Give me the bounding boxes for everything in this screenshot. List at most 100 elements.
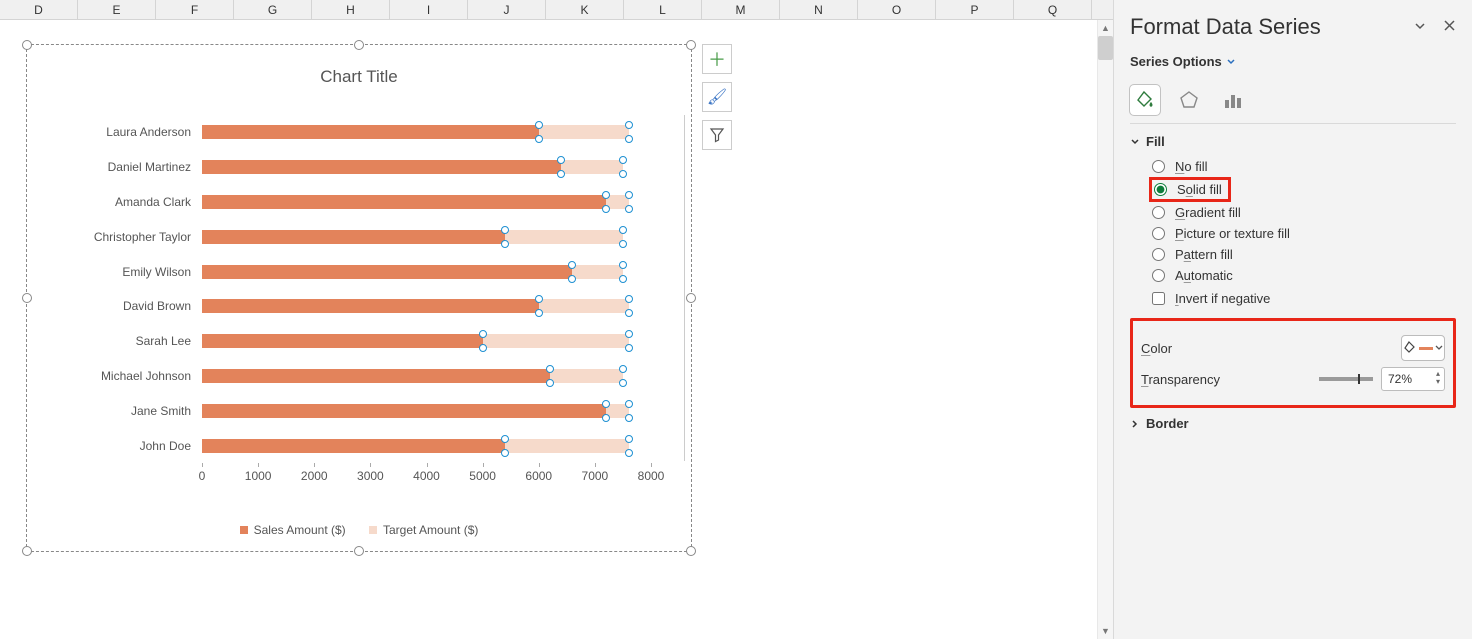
legend-item[interactable]: Sales Amount ($) [240,523,346,537]
bar-row[interactable] [202,195,651,209]
chart-title[interactable]: Chart Title [27,45,691,87]
selection-handle[interactable] [479,330,487,338]
selection-handle[interactable] [619,156,627,164]
selection-handle[interactable] [557,156,565,164]
column-header[interactable]: I [390,0,468,19]
column-header[interactable]: G [234,0,312,19]
selection-handle[interactable] [625,344,633,352]
bar-series-sales[interactable] [202,334,483,348]
selection-handle[interactable] [535,309,543,317]
bar-series-sales[interactable] [202,125,539,139]
selection-handle[interactable] [625,309,633,317]
bar-series-sales[interactable] [202,439,505,453]
chart-styles-button[interactable]: 🖌 [702,82,732,112]
bar-series-sales[interactable] [202,265,572,279]
selection-handle[interactable] [619,170,627,178]
bar-row[interactable] [202,230,651,244]
bar-row[interactable] [202,439,651,453]
radio-picture-fill[interactable]: Picture or texture fill [1152,226,1456,241]
radio-pattern-fill[interactable]: Pattern fill [1152,247,1456,262]
selection-handle[interactable] [625,449,633,457]
column-header[interactable]: K [546,0,624,19]
bar-row[interactable] [202,404,651,418]
selection-handle[interactable] [625,205,633,213]
bar-series-sales[interactable] [202,160,561,174]
resize-handle[interactable] [22,546,32,556]
fill-line-tab[interactable] [1130,85,1160,115]
border-section-toggle[interactable]: Border [1130,416,1456,431]
radio-no-fill[interactable]: No fill [1152,159,1456,174]
transparency-input[interactable]: 72%▴▾ [1381,367,1445,391]
selection-handle[interactable] [619,226,627,234]
column-header[interactable]: F [156,0,234,19]
resize-handle[interactable] [354,546,364,556]
selection-handle[interactable] [501,240,509,248]
selection-handle[interactable] [625,414,633,422]
radio-solid-fill[interactable]: Solid fill [1152,180,1228,199]
scroll-thumb[interactable] [1098,36,1113,60]
selection-handle[interactable] [557,170,565,178]
series-options-dropdown[interactable]: Series Options [1130,54,1236,69]
bar-series-sales[interactable] [202,369,550,383]
bar-row[interactable] [202,369,651,383]
transparency-slider[interactable] [1319,377,1373,381]
bar-row[interactable] [202,160,651,174]
selection-handle[interactable] [535,135,543,143]
selection-handle[interactable] [501,226,509,234]
chart-filter-button[interactable] [702,120,732,150]
selection-handle[interactable] [501,449,509,457]
bar-row[interactable] [202,125,651,139]
selection-handle[interactable] [568,261,576,269]
vertical-scrollbar[interactable]: ▲ ▼ [1097,20,1113,639]
selection-handle[interactable] [602,191,610,199]
chart-elements-button[interactable]: ＋ [702,44,732,74]
column-header[interactable]: O [858,0,936,19]
selection-handle[interactable] [619,261,627,269]
scroll-down-arrow[interactable]: ▼ [1098,623,1113,639]
radio-gradient-fill[interactable]: Gradient fill [1152,205,1456,220]
column-header[interactable]: J [468,0,546,19]
selection-handle[interactable] [625,295,633,303]
resize-handle[interactable] [22,40,32,50]
column-header[interactable]: M [702,0,780,19]
selection-handle[interactable] [602,414,610,422]
bar-series-sales[interactable] [202,195,606,209]
selection-handle[interactable] [501,435,509,443]
slider-thumb[interactable] [1358,374,1360,384]
selection-handle[interactable] [602,400,610,408]
selection-handle[interactable] [619,365,627,373]
bar-series-sales[interactable] [202,404,606,418]
column-header[interactable]: P [936,0,1014,19]
selection-handle[interactable] [625,191,633,199]
selection-handle[interactable] [625,135,633,143]
column-header[interactable]: H [312,0,390,19]
selection-handle[interactable] [625,435,633,443]
resize-handle[interactable] [686,546,696,556]
scroll-up-arrow[interactable]: ▲ [1098,20,1113,36]
selection-handle[interactable] [546,379,554,387]
bar-series-sales[interactable] [202,230,505,244]
selection-handle[interactable] [619,379,627,387]
resize-handle[interactable] [354,40,364,50]
selection-handle[interactable] [602,205,610,213]
legend-item[interactable]: Target Amount ($) [369,523,478,537]
radio-automatic[interactable]: Automatic [1152,268,1456,283]
fill-color-button[interactable] [1401,335,1445,361]
bar-series-sales[interactable] [202,299,539,313]
resize-handle[interactable] [22,293,32,303]
plot-area[interactable] [202,115,651,461]
chart-legend[interactable]: Sales Amount ($) Target Amount ($) [27,523,691,537]
effects-tab[interactable] [1174,85,1204,115]
selection-handle[interactable] [479,344,487,352]
column-header[interactable]: N [780,0,858,19]
selection-handle[interactable] [619,275,627,283]
bar-row[interactable] [202,265,651,279]
selection-handle[interactable] [535,121,543,129]
selection-handle[interactable] [619,240,627,248]
bar-row[interactable] [202,299,651,313]
column-header[interactable]: D [0,0,78,19]
series-options-tab[interactable] [1218,85,1248,115]
fill-section-toggle[interactable]: Fill [1130,134,1456,149]
selection-handle[interactable] [625,400,633,408]
close-icon[interactable] [1443,19,1456,36]
